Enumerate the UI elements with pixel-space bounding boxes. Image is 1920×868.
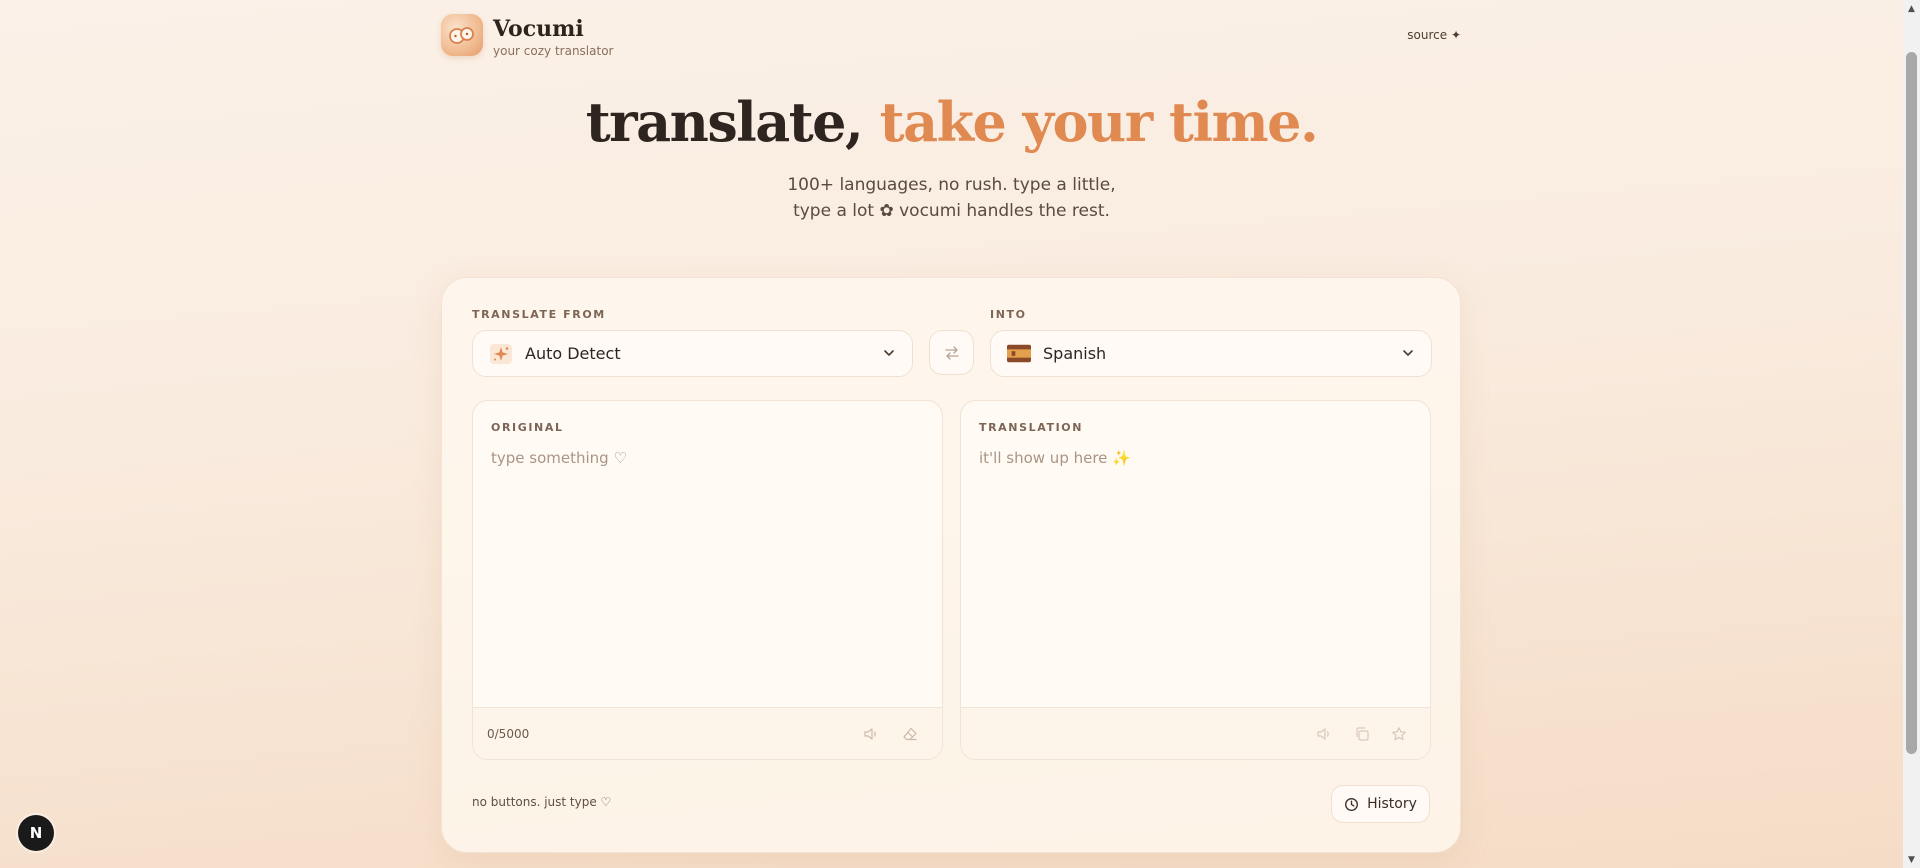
favorite-translation-button[interactable] xyxy=(1389,724,1409,744)
brand-name: Vocumi xyxy=(493,16,584,42)
original-label: ORIGINAL xyxy=(491,421,564,434)
sparkle-icon xyxy=(489,343,513,364)
brand-tagline: your cozy translator xyxy=(493,44,614,58)
original-pane: ORIGINAL 0/5000 xyxy=(472,400,943,760)
original-footer: 0/5000 xyxy=(473,707,942,759)
speaker-icon xyxy=(1317,728,1329,740)
spain-flag-icon xyxy=(1007,344,1031,364)
scroll-up-arrow-icon[interactable]: ▲ xyxy=(1903,0,1920,17)
dev-tools-badge[interactable]: N xyxy=(18,815,54,851)
page-scrollbar[interactable]: ▲ ▼ xyxy=(1903,0,1920,868)
speak-original-button[interactable] xyxy=(861,724,881,744)
vocumi-logo[interactable] xyxy=(441,14,483,56)
translation-label: TRANSLATION xyxy=(979,421,1084,434)
from-label: TRANSLATE FROM xyxy=(472,308,606,321)
original-text-input[interactable] xyxy=(491,449,921,699)
app-header: Vocumi your cozy translator source ✦ xyxy=(441,14,1461,60)
translation-output: it'll show up here ✨ xyxy=(979,449,1131,467)
eraser-icon xyxy=(903,727,917,741)
target-language-select[interactable]: Spanish xyxy=(990,330,1432,377)
translation-footer xyxy=(961,707,1430,759)
clock-icon xyxy=(1345,797,1359,811)
title-accent: take your time. xyxy=(879,90,1319,154)
history-label: History xyxy=(1367,796,1417,812)
source-link[interactable]: source ✦ xyxy=(1407,28,1461,42)
subtitle-line-1: 100+ languages, no rush. type a little, xyxy=(787,175,1116,195)
copy-translation-button[interactable] xyxy=(1352,724,1372,744)
target-language-value: Spanish xyxy=(1043,344,1107,363)
chevron-down-icon xyxy=(884,350,894,356)
chevron-down-icon xyxy=(1403,350,1413,356)
speak-translation-button[interactable] xyxy=(1314,724,1334,744)
usage-hint: no buttons. just type ♡ xyxy=(472,795,612,809)
history-button[interactable]: History xyxy=(1331,785,1430,823)
source-language-value: Auto Detect xyxy=(525,344,621,363)
page-title: translate, take your time. xyxy=(0,90,1903,154)
translation-pane: TRANSLATION it'll show up here ✨ xyxy=(960,400,1431,760)
subtitle-line-2: type a lot ✿ vocumi handles the rest. xyxy=(793,201,1110,221)
swap-arrows-icon xyxy=(944,345,959,360)
into-label: INTO xyxy=(990,308,1027,321)
copy-icon xyxy=(1356,727,1369,741)
logo-faces-icon xyxy=(449,27,474,44)
translator-card: TRANSLATE FROM Auto Detect INTO Spanish … xyxy=(441,277,1461,853)
page-subtitle: 100+ languages, no rush. type a little, … xyxy=(0,172,1903,224)
swap-languages-button[interactable] xyxy=(929,330,974,375)
character-counter: 0/5000 xyxy=(487,727,530,741)
scroll-down-arrow-icon[interactable]: ▼ xyxy=(1903,851,1920,868)
star-icon xyxy=(1392,727,1406,741)
source-language-select[interactable]: Auto Detect xyxy=(472,330,913,377)
title-main: translate, xyxy=(585,90,880,154)
speaker-icon xyxy=(864,728,876,740)
scrollbar-thumb[interactable] xyxy=(1906,52,1917,754)
clear-text-button[interactable] xyxy=(900,724,920,744)
